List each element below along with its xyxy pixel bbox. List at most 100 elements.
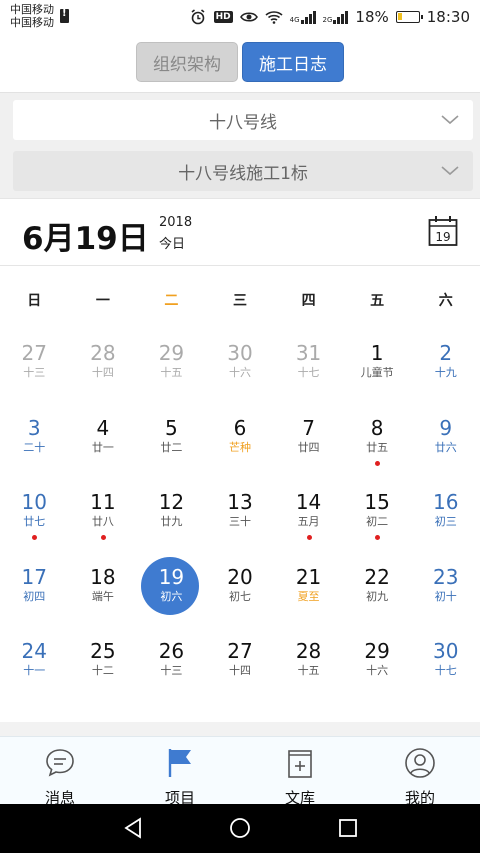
day-number: 18 <box>90 564 116 589</box>
calendar-day[interactable]: 29 十六 <box>345 626 409 696</box>
weekday-label: 六 <box>438 293 453 309</box>
lunar-date: 十五 <box>297 664 320 677</box>
tab-organization[interactable]: 组织架构 <box>136 42 238 82</box>
calendar-icon[interactable]: 19 <box>428 215 458 247</box>
nav-profile[interactable]: 我的 <box>360 737 480 807</box>
message-icon <box>46 749 74 777</box>
lunar-date: 廿四 <box>297 440 320 454</box>
day-number: 1 <box>370 341 384 365</box>
library-icon <box>288 750 312 778</box>
calendar-day[interactable]: 26 十三 <box>139 626 203 696</box>
day-number: 7 <box>302 415 315 440</box>
calendar-day[interactable]: 3 二十 <box>2 403 66 473</box>
calendar-day[interactable]: 5 廿二 <box>139 403 203 473</box>
flag-icon <box>168 749 191 777</box>
day-number: 24 <box>21 639 47 663</box>
day-number: 13 <box>227 490 253 514</box>
clock: 18:30 <box>426 8 470 26</box>
day-number: 27 <box>21 341 47 365</box>
calendar-day[interactable]: 22 初九 <box>345 552 409 622</box>
calendar-day[interactable]: 15 初二 <box>345 477 409 547</box>
line-select-value: 十八号线 <box>209 112 277 133</box>
calendar-day[interactable]: 16 初三 <box>414 477 478 547</box>
lunar-date: 廿一 <box>91 440 114 454</box>
line-select[interactable]: 十八号线 <box>13 100 473 140</box>
tab-construction-log[interactable]: 施工日志 <box>242 42 344 82</box>
calendar-day[interactable]: 23 初十 <box>414 552 478 622</box>
day-number: 10 <box>21 490 47 514</box>
calendar-day[interactable]: 6 芒种 <box>208 403 272 473</box>
day-number: 23 <box>432 564 459 589</box>
lunar-date: 廿八 <box>91 515 114 528</box>
home-icon[interactable] <box>229 817 251 839</box>
calendar-day[interactable]: 20 初七 <box>208 552 272 622</box>
calendar-day[interactable]: 2 十九 <box>414 328 478 398</box>
lunar-date: 芒种 <box>229 440 251 454</box>
calendar-day[interactable]: 11 廿八 <box>71 477 135 547</box>
calendar-day[interactable]: 8 廿五 <box>345 403 409 473</box>
lunar-date: 廿九 <box>160 515 183 528</box>
system-nav-bar <box>0 804 480 853</box>
nav-messages[interactable]: 消息 <box>0 737 120 807</box>
lunar-date: 十六 <box>229 366 251 379</box>
calendar-day[interactable]: 7 廿四 <box>277 403 341 473</box>
calendar-day[interactable]: 24 十一 <box>2 626 66 696</box>
calendar-day[interactable]: 13 三十 <box>208 477 272 547</box>
calendar-icon-day: 19 <box>435 230 450 244</box>
lunar-date: 十三 <box>160 664 183 677</box>
calendar-day[interactable]: 10 廿七 <box>2 477 66 547</box>
chevron-down-icon <box>441 166 459 176</box>
section-select[interactable]: 十八号线施工1标 <box>13 151 473 191</box>
calendar-day-selected[interactable]: 19 初六 <box>139 552 203 622</box>
lunar-date: 廿五 <box>366 440 389 454</box>
day-number: 28 <box>90 341 116 365</box>
recents-icon[interactable] <box>337 817 359 839</box>
day-number: 20 <box>227 564 253 589</box>
lunar-date: 初九 <box>366 589 389 603</box>
nav-library[interactable]: 文库 <box>240 737 360 807</box>
carrier-2: 中国移动 <box>10 16 54 29</box>
day-number: 12 <box>158 490 185 514</box>
lunar-date: 初十 <box>434 589 457 603</box>
calendar-day[interactable]: 1 儿童节 <box>345 328 409 398</box>
back-icon[interactable] <box>122 817 144 839</box>
weekday-label: 三 <box>232 293 247 309</box>
calendar-day[interactable]: 27 十三 <box>2 328 66 398</box>
divider <box>0 722 480 736</box>
calendar-day[interactable]: 28 十五 <box>277 626 341 696</box>
filter-section: 十八号线 十八号线施工1标 <box>0 92 480 198</box>
calendar-day[interactable]: 28 十四 <box>71 328 135 398</box>
calendar-day[interactable]: 29 十五 <box>139 328 203 398</box>
log-entry-dot <box>375 535 381 540</box>
nav-projects[interactable]: 项目 <box>120 737 240 807</box>
day-number: 29 <box>364 639 390 663</box>
calendar-day[interactable]: 4 廿一 <box>71 403 135 473</box>
weekday-label: 一 <box>95 293 110 309</box>
calendar-day[interactable]: 30 十七 <box>414 626 478 696</box>
day-number: 6 <box>233 415 247 440</box>
signal-2g-icon: 2G <box>323 10 349 24</box>
carrier-info: 中国移动 中国移动 <box>10 3 54 29</box>
calendar-day[interactable]: 12 廿九 <box>139 477 203 547</box>
status-bar: 中国移动 中国移动 HD 4G 2G 18% 18:30 <box>0 0 480 34</box>
bottom-nav: 消息 项目 文库 我的 <box>0 736 480 807</box>
calendar-day[interactable]: 21 夏至 <box>277 552 341 622</box>
day-number: 16 <box>432 490 459 514</box>
calendar-day[interactable]: 18 端午 <box>71 552 135 622</box>
calendar-day[interactable]: 31 十七 <box>277 328 341 398</box>
calendar-day[interactable]: 17 初四 <box>2 552 66 622</box>
day-number: 26 <box>158 639 185 663</box>
day-number: 9 <box>439 415 453 440</box>
weekday-label: 二 <box>164 293 179 309</box>
calendar-day[interactable]: 27 十四 <box>208 626 272 696</box>
day-number: 17 <box>21 564 47 589</box>
calendar-day[interactable]: 25 十二 <box>71 626 135 696</box>
calendar-day[interactable]: 30 十六 <box>208 328 272 398</box>
eye-icon <box>239 8 258 26</box>
calendar-day[interactable]: 9 廿六 <box>414 403 478 473</box>
lunar-date: 端午 <box>91 589 114 603</box>
calendar-day[interactable]: 14 五月 <box>277 477 341 547</box>
log-entry-dot <box>375 460 381 466</box>
lunar-date: 二十 <box>23 440 46 454</box>
section-select-value: 十八号线施工1标 <box>178 163 308 184</box>
